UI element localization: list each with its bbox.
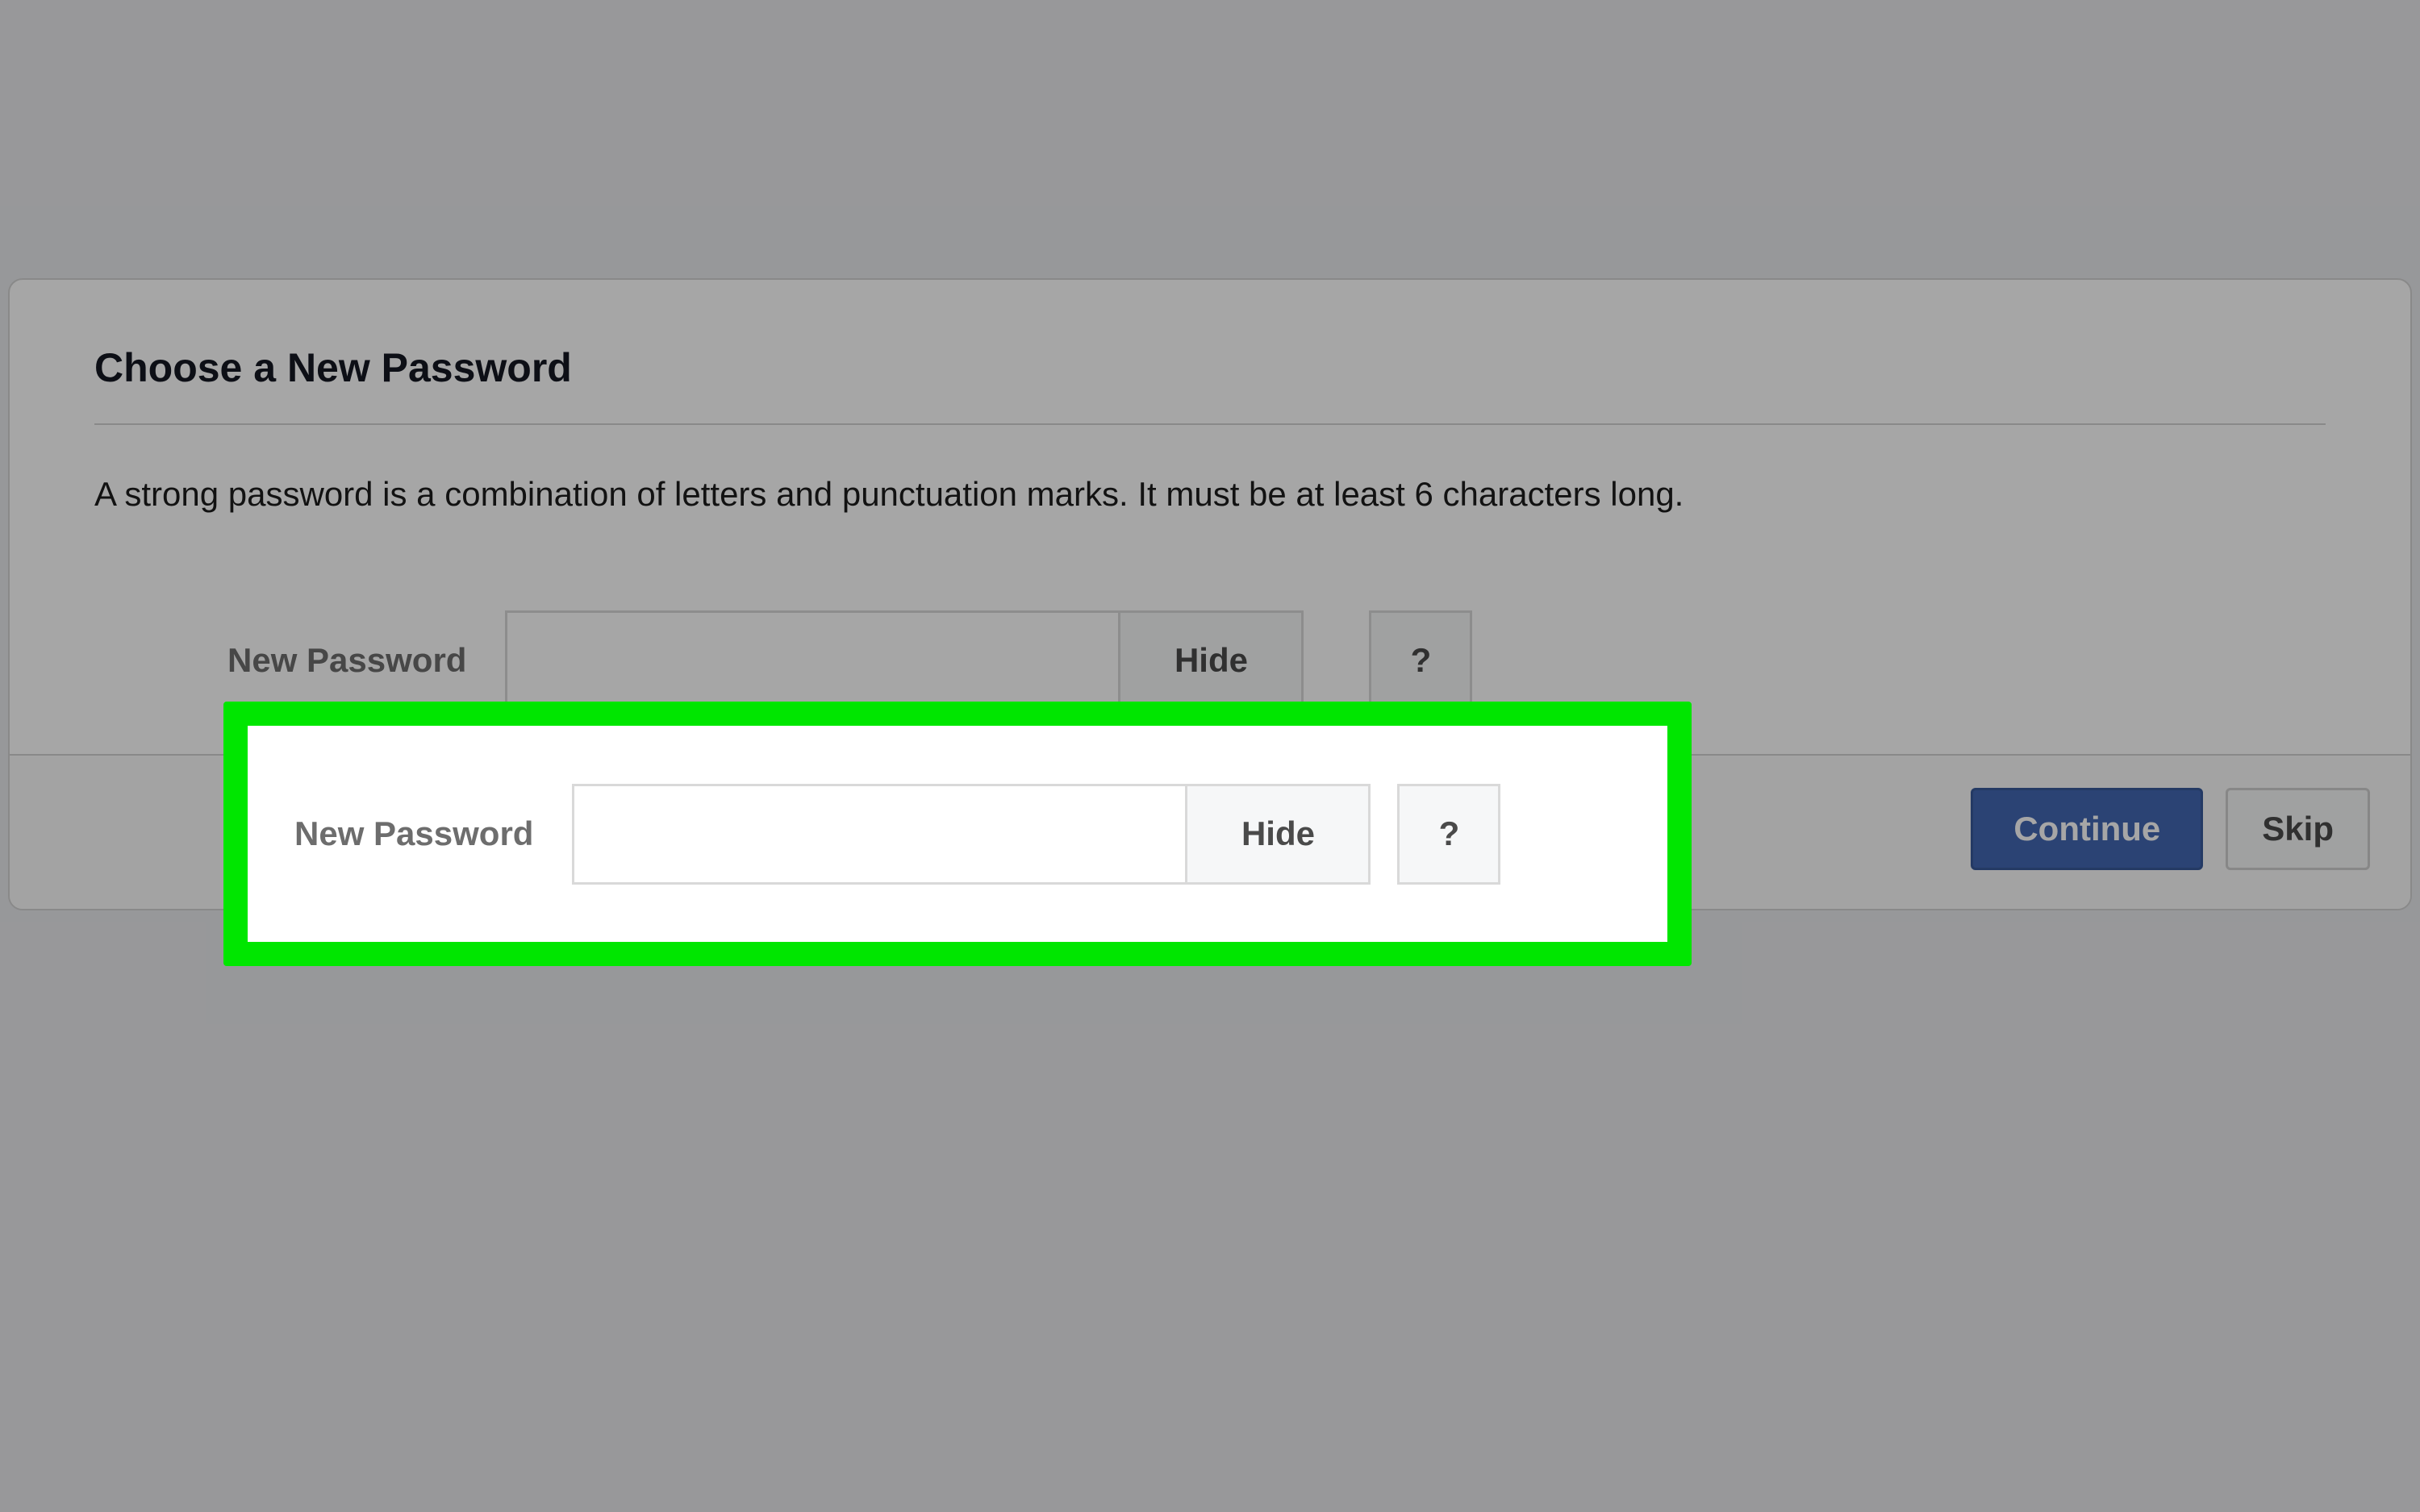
modal-overlay — [0, 0, 2420, 1512]
